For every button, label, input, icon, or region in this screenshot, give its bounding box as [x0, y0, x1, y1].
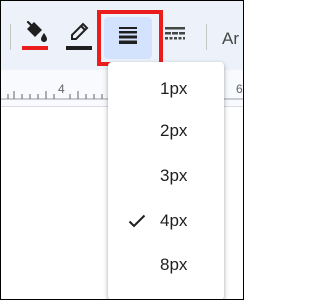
- screenshot-border: [0, 0, 244, 300]
